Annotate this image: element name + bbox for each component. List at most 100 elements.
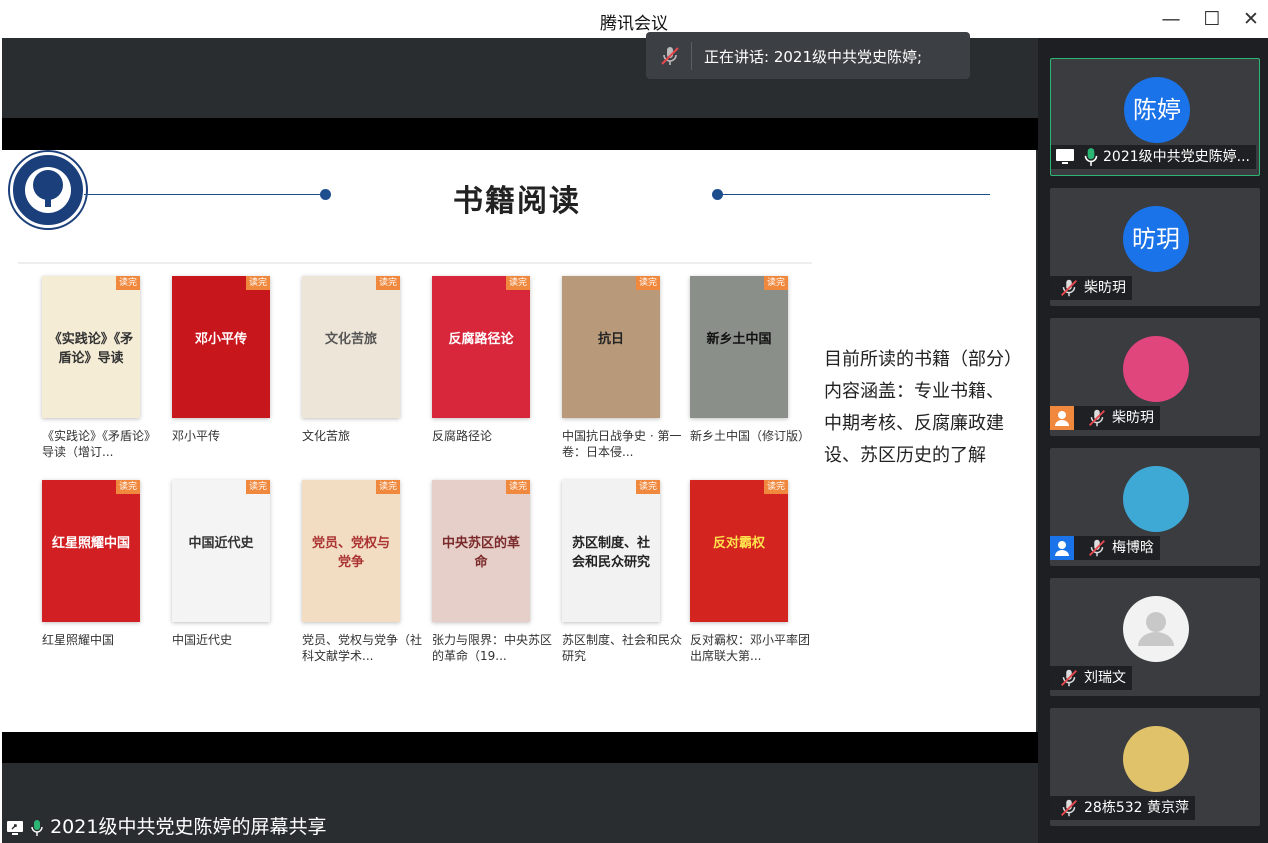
read-badge: 读完: [246, 480, 270, 494]
book-cover: 中央苏区的革命 读完: [432, 480, 530, 622]
speaking-indicator: 正在讲话: 2021级中共党史陈婷;: [646, 32, 970, 79]
book-cover-text: 中央苏区的革命: [441, 536, 520, 570]
book-title: 红星照耀中国: [42, 633, 115, 647]
title-rule-left: [84, 194, 324, 195]
read-badge: 读完: [636, 480, 660, 494]
screen-share-label: 2021级中共党史陈婷的屏幕共享: [2, 812, 335, 843]
avatar-initials: 昉玥: [1132, 225, 1180, 253]
book-cover-text: 文化苦旅: [324, 332, 377, 347]
maximize-icon[interactable]: ☐: [1199, 6, 1225, 32]
read-badge: 读完: [246, 276, 270, 290]
participant-tile[interactable]: 28栋532 黄京萍: [1050, 708, 1260, 826]
book-title: 党员、党权与党争（社科文献学术...: [302, 633, 423, 663]
book-cover: 反对霸权 读完: [690, 480, 788, 622]
book-cover: 党员、党权与党争 读完: [302, 480, 400, 622]
read-badge: 读完: [636, 276, 660, 290]
book-title: 文化苦旅: [302, 429, 351, 443]
avatar: [1123, 336, 1189, 402]
speaking-text: 正在讲话: 2021级中共党史陈婷;: [704, 48, 923, 66]
note-line: 内容涵盖：专业书籍、: [824, 381, 1004, 402]
university-logo: [10, 152, 86, 228]
mic-muted-icon: [661, 47, 679, 65]
book-cover-text: 反腐路径论: [448, 332, 514, 347]
letterbox-bottom: [2, 732, 1038, 763]
participant-tile[interactable]: 昉玥柴昉玥: [1050, 188, 1260, 306]
book-cover-text: 邓小平传: [194, 332, 247, 347]
read-badge: 读完: [764, 480, 788, 494]
mic-muted-icon: [1089, 539, 1105, 557]
mic-muted-icon: [1061, 279, 1077, 297]
participant-name-tag: 柴昉玥: [1050, 406, 1160, 430]
participant-name-tag: 梅博晗: [1050, 536, 1160, 560]
book-cover: 文化苦旅 读完: [302, 276, 400, 418]
book-title: 中国近代史: [172, 633, 233, 647]
note-line: 中期考核、反腐廉政建: [824, 413, 1004, 434]
participant-name-tag: 28栋532 黄京萍: [1050, 796, 1195, 820]
avatar: [1123, 596, 1189, 662]
participant-name-tag: 2021级中共党史陈婷...: [1051, 145, 1256, 169]
title-dot-left: [320, 189, 331, 200]
book-cover: 邓小平传 读完: [172, 276, 270, 418]
book-cover: 新乡土中国 读完: [690, 276, 788, 418]
participant-tile[interactable]: 刘瑞文: [1050, 578, 1260, 696]
mic-muted-icon: [1061, 669, 1077, 687]
book-cover-text: 苏区制度、社会和民众研究: [571, 536, 650, 570]
letterbox-top: [2, 118, 1038, 150]
book-cover: 苏区制度、社会和民众研究 读完: [562, 480, 660, 622]
participant-tile[interactable]: 梅博晗: [1050, 448, 1260, 566]
user-role-icon: [1050, 406, 1074, 430]
book-title: 反腐路径论: [432, 429, 493, 443]
read-badge: 读完: [764, 276, 788, 290]
mic-muted-icon: [1089, 409, 1105, 427]
book-title: 新乡土中国（修订版）: [690, 429, 811, 443]
participant-name: 刘瑞文: [1084, 670, 1126, 686]
avatar: [1123, 726, 1189, 792]
participant-tile[interactable]: 柴昉玥: [1050, 318, 1260, 436]
title-rule-right: [718, 194, 990, 195]
screen-share-icon: [1056, 149, 1074, 164]
participant-name: 梅博晗: [1112, 540, 1154, 556]
screen-share-text: 2021级中共党史陈婷的屏幕共享: [50, 816, 327, 838]
read-badge: 读完: [506, 276, 530, 290]
participant-list: 陈婷 2021级中共党史陈婷... 昉玥 柴昉玥 柴昉玥 梅博晗 刘瑞文 28栋532 黄京萍: [1038, 38, 1268, 843]
participant-name: 2021级中共党史陈婷...: [1103, 149, 1250, 165]
book-title: 《实践论》《矛盾论》导读（增订...: [42, 429, 157, 459]
read-badge: 读完: [116, 480, 140, 494]
read-badge: 读完: [376, 276, 400, 290]
minimize-icon[interactable]: —: [1158, 6, 1184, 32]
slide-title: 书籍阅读: [453, 184, 581, 219]
window-title: 腾讯会议: [600, 14, 668, 34]
book-cover: 抗日 读完: [562, 276, 660, 418]
divider: [691, 42, 692, 70]
read-badge: 读完: [506, 480, 530, 494]
shelf-divider: [18, 262, 812, 264]
book-cover: 中国近代史 读完: [172, 480, 270, 622]
note-line: 目前所读的书籍（部分）: [824, 349, 1022, 370]
book-title: 邓小平传: [172, 429, 221, 443]
avatar-initials: 陈婷: [1133, 96, 1181, 124]
book-cover: 《实践论》《矛盾论》导读 读完: [42, 276, 140, 418]
book-cover-text: 反对霸权: [712, 536, 765, 551]
read-badge: 读完: [116, 276, 140, 290]
presentation-slide: 书籍阅读 《实践论》《矛盾论》导读 读完 《实践论》《矛盾论》导读（增订... 邓小平…: [2, 150, 1036, 732]
slide-notes: 目前所读的书籍（部分） 内容涵盖：专业书籍、 中期考核、反腐廉政建 设、苏区历史…: [824, 344, 1034, 472]
participant-name: 柴昉玥: [1112, 410, 1154, 426]
participant-name-tag: 刘瑞文: [1050, 666, 1132, 690]
book-title: 张力与限界：中央苏区的革命（19...: [432, 633, 553, 663]
book-cover-text: 红星照耀中国: [51, 536, 130, 551]
book-cover: 红星照耀中国 读完: [42, 480, 140, 622]
book-cover-text: 《实践论》《矛盾论》导读: [48, 332, 134, 366]
screen-share-icon: [7, 820, 23, 835]
book-title: 中国抗日战争史 · 第一卷：日本侵...: [562, 429, 682, 459]
mic-active-icon: [31, 819, 43, 836]
participant-tile[interactable]: 陈婷 2021级中共党史陈婷...: [1050, 58, 1260, 176]
participant-name: 28栋532 黄京萍: [1084, 800, 1189, 816]
close-icon[interactable]: ✕: [1238, 6, 1264, 32]
book-title: 反对霸权：邓小平率团出席联大第...: [690, 633, 811, 663]
book-cover: 反腐路径论 读完: [432, 276, 530, 418]
read-badge: 读完: [376, 480, 400, 494]
book-cover-text: 中国近代史: [188, 536, 254, 551]
avatar: 昉玥: [1123, 206, 1189, 272]
participant-name: 柴昉玥: [1084, 280, 1126, 296]
default-user-icon: [1138, 612, 1174, 646]
